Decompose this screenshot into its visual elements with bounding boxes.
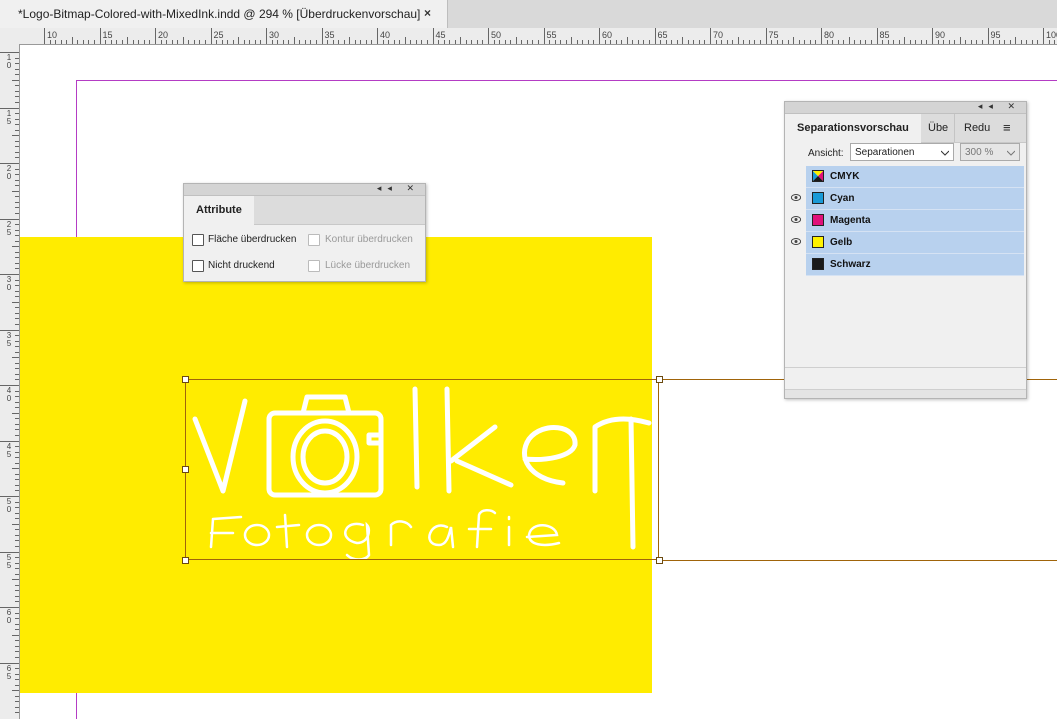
- stroke-overprint-checkbox[interactable]: [308, 234, 320, 246]
- ruler-label: 10: [47, 30, 58, 40]
- ruler-label: 30: [269, 30, 280, 40]
- ruler-label: 50: [491, 30, 502, 40]
- separation-row-cyan[interactable]: Cyan: [806, 188, 1024, 210]
- divider: [785, 367, 1026, 368]
- ruler-label: 35: [324, 30, 335, 40]
- ruler-label: 15: [102, 30, 113, 40]
- separation-name: Magenta: [830, 215, 871, 226]
- swatch-black: [812, 258, 824, 270]
- resize-handle[interactable]: [656, 557, 663, 564]
- separation-name: Gelb: [830, 237, 853, 248]
- swatch-yellow: [812, 236, 824, 248]
- separation-row-magenta[interactable]: Magenta: [806, 210, 1024, 232]
- ruler-label: 50: [6, 497, 12, 514]
- gap-overprint-label: Lücke überdrucken: [325, 260, 411, 271]
- cmyk-icon: [812, 170, 824, 182]
- view-label: Ansicht:: [808, 148, 844, 159]
- ruler-label: 25: [213, 30, 224, 40]
- separation-name: CMYK: [830, 171, 860, 182]
- vertical-ruler[interactable]: 10 15 20 25 30 35 40 45 50 55 60 65: [0, 44, 20, 719]
- eye-icon: [791, 216, 801, 223]
- horizontal-ruler[interactable]: 10 15 20 25 30 35 40 45 50 55 60 65 70 75 80 85 90 95 100: [0, 28, 1057, 45]
- separation-name: Cyan: [830, 193, 855, 204]
- ruler-label: 20: [158, 30, 169, 40]
- zoom-select[interactable]: 300 %: [960, 143, 1020, 161]
- selection-frame[interactable]: [185, 379, 659, 560]
- fill-overprint-label: Fläche überdrucken: [208, 234, 297, 245]
- separation-row-schwarz[interactable]: Schwarz: [806, 254, 1024, 276]
- ruler-label: 65: [657, 30, 668, 40]
- ruler-label: 15: [6, 108, 12, 126]
- visibility-toggle[interactable]: [786, 232, 806, 253]
- panel-tabstrip: Attribute: [184, 196, 425, 225]
- chevron-down-icon: [941, 150, 949, 156]
- ruler-label: 40: [380, 30, 391, 40]
- ruler-label: 65: [6, 663, 12, 681]
- tab-overprint[interactable]: Übe: [918, 114, 954, 142]
- tab-attribute[interactable]: Attribute: [184, 196, 254, 225]
- attribute-panel: ◂◂ ✕ Attribute Fläche überdrucken Kontur…: [183, 183, 426, 282]
- view-select[interactable]: Separationen: [850, 143, 954, 161]
- margin-guide: [76, 80, 1057, 81]
- collapse-icon[interactable]: ◂◂: [377, 183, 398, 193]
- nonprinting-checkbox[interactable]: [192, 260, 204, 272]
- ruler-label: 60: [602, 30, 613, 40]
- ruler-label: 10: [6, 53, 12, 70]
- gap-overprint-checkbox[interactable]: [308, 260, 320, 272]
- ruler-label: 70: [713, 30, 724, 40]
- separation-row-cmyk[interactable]: CMYK: [806, 166, 1024, 188]
- resize-handle[interactable]: [182, 557, 189, 564]
- panel-tabstrip: Separationsvorschau Übe Redu ≡: [785, 114, 1026, 143]
- ruler-label: 40: [6, 386, 12, 403]
- ruler-label: 95: [990, 30, 1001, 40]
- fill-overprint-checkbox[interactable]: [192, 234, 204, 246]
- close-icon[interactable]: ✕: [1007, 101, 1021, 111]
- document-tab-title: *Logo-Bitmap-Colored-with-MixedInk.indd …: [18, 7, 421, 21]
- resize-handle[interactable]: [656, 376, 663, 383]
- swatch-magenta: [812, 214, 824, 226]
- resize-grip[interactable]: [785, 389, 1026, 398]
- ruler-label: 60: [6, 608, 12, 625]
- ruler-label: 30: [6, 275, 12, 292]
- ruler-label: 90: [935, 30, 946, 40]
- panel-header[interactable]: ◂◂ ✕: [184, 183, 425, 196]
- tab-reduce[interactable]: Redu: [954, 114, 990, 142]
- visibility-toggle[interactable]: [786, 254, 806, 275]
- panel-menu-icon[interactable]: ≡: [1003, 114, 1011, 142]
- ruler-label: 100: [1046, 30, 1057, 40]
- resize-handle[interactable]: [182, 376, 189, 383]
- ruler-label: 55: [6, 552, 12, 570]
- ruler-label: 75: [768, 30, 779, 40]
- ruler-label: 55: [546, 30, 557, 40]
- ruler-label: 35: [6, 330, 12, 348]
- tab-separations-preview[interactable]: Separationsvorschau: [785, 114, 921, 143]
- visibility-toggle[interactable]: [786, 166, 806, 187]
- visibility-toggle[interactable]: [786, 210, 806, 231]
- ruler-label: 80: [824, 30, 835, 40]
- ruler-label: 45: [6, 441, 12, 459]
- eye-icon: [791, 194, 801, 201]
- panel-header[interactable]: ◂◂ ✕: [785, 101, 1026, 114]
- close-icon[interactable]: ✕: [406, 183, 420, 193]
- close-icon[interactable]: ×: [424, 6, 431, 20]
- separation-row-gelb[interactable]: Gelb: [806, 232, 1024, 254]
- separation-name: Schwarz: [830, 259, 871, 270]
- collapse-icon[interactable]: ◂◂: [978, 101, 999, 111]
- ruler-label: 25: [6, 219, 12, 237]
- frame-edge: [659, 560, 1057, 561]
- nonprinting-label: Nicht druckend: [208, 260, 275, 271]
- chevron-down-icon: [1007, 150, 1015, 156]
- stroke-overprint-label: Kontur überdrucken: [325, 234, 413, 245]
- visibility-toggle[interactable]: [786, 188, 806, 209]
- document-tab[interactable]: *Logo-Bitmap-Colored-with-MixedInk.indd …: [0, 0, 448, 28]
- ruler-label: 85: [879, 30, 890, 40]
- swatch-cyan: [812, 192, 824, 204]
- ruler-label: 20: [6, 164, 12, 181]
- eye-icon: [791, 238, 801, 245]
- resize-handle[interactable]: [182, 466, 189, 473]
- ruler-label: 45: [435, 30, 446, 40]
